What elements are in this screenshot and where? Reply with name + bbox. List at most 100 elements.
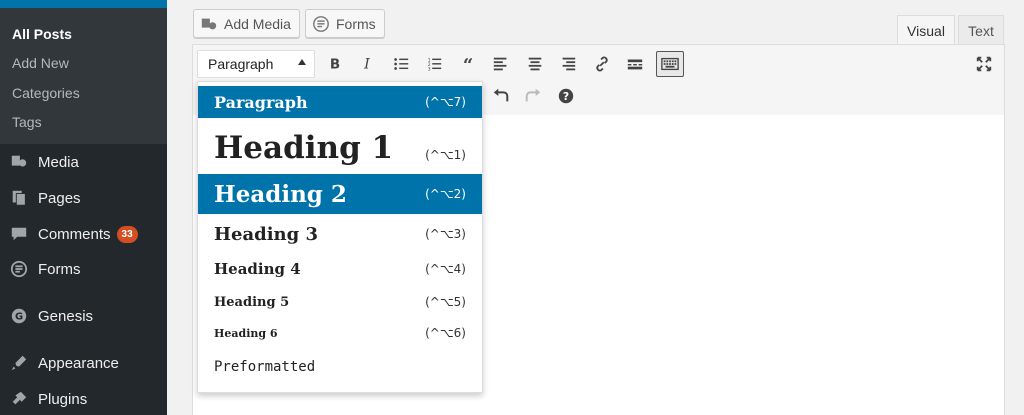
caret-up-icon [298,59,306,65]
format-option-preformatted[interactable]: Preformatted [198,352,482,382]
fullscreen-icon [976,56,992,72]
numbered-list-icon: 123 [428,57,442,72]
align-right-button[interactable] [555,51,581,77]
keyboard-icon [661,57,679,71]
format-option-label: Preformatted [214,359,316,375]
format-option-label: Heading 5 [214,294,290,310]
appearance-icon [9,353,29,373]
forms-button-label: Forms [336,15,376,32]
active-menu-accent [0,0,167,8]
format-option-heading-5[interactable]: Heading 5 (^⌥5) [198,287,482,317]
submenu-add-new[interactable]: Add New [12,55,69,71]
bullet-list-button[interactable] [388,51,414,77]
format-option-heading-3[interactable]: Heading 3 (^⌥3) [198,218,482,250]
read-more-icon [627,59,643,70]
quote-icon: “ [463,55,473,73]
svg-text:3: 3 [428,66,431,72]
toolbar-toggle-button[interactable] [656,51,684,77]
tab-text[interactable]: Text [958,15,1004,45]
forms-button[interactable]: Forms [305,9,385,38]
sidebar-item-label: Comments [38,225,111,243]
read-more-button[interactable] [622,51,648,77]
align-center-icon [528,57,542,71]
add-media-label: Add Media [224,15,291,32]
sidebar-item-pages[interactable]: Pages [0,181,167,215]
fullscreen-button[interactable] [971,51,997,77]
comments-icon [9,224,29,244]
bold-icon: B [330,57,340,73]
align-center-button[interactable] [522,51,548,77]
insert-link-button[interactable] [589,51,615,77]
submenu-tags[interactable]: Tags [12,114,42,130]
bullet-list-icon [394,58,409,70]
plugins-icon [9,389,29,409]
sidebar-item-label: Genesis [38,307,94,325]
tab-visual[interactable]: Visual [897,15,955,45]
format-option-label: Heading 4 [214,260,301,278]
sidebar-item-label: Appearance [38,354,119,372]
sidebar-item-genesis[interactable]: G Genesis [0,299,167,333]
svg-text:?: ? [563,90,569,103]
sidebar-item-media[interactable]: Media [0,145,167,179]
format-dropdown-menu: Paragraph (^⌥7) Heading 1 (^⌥1) Heading … [197,81,483,393]
sidebar-item-plugins[interactable]: Plugins [0,382,167,415]
format-option-heading-2[interactable]: Heading 2 (^⌥2) [198,174,482,214]
forms-icon [313,15,329,32]
svg-text:“: “ [463,55,473,73]
submenu-all-posts[interactable]: All Posts [12,26,72,42]
svg-text:B: B [330,57,340,73]
svg-text:G: G [15,312,23,323]
italic-button[interactable]: I [354,51,380,77]
undo-icon [493,88,509,102]
format-option-shortcut: (^⌥3) [425,227,466,241]
sidebar-item-label: Pages [38,189,81,207]
italic-icon: I [363,57,370,73]
svg-text:I: I [363,57,370,73]
forms-icon [9,259,29,279]
sidebar-item-label: Forms [38,260,81,278]
redo-button[interactable] [520,83,546,109]
bold-button[interactable]: B [322,51,348,77]
blockquote-button[interactable]: “ [455,51,481,77]
format-option-shortcut: (^⌥4) [425,262,466,276]
align-right-icon [562,57,576,71]
add-media-icon [201,18,217,29]
format-option-heading-6[interactable]: Heading 6 (^⌥6) [198,318,482,348]
format-option-label: Paragraph [214,92,308,112]
format-option-label: Heading 1 [214,130,394,166]
sidebar-item-label: Media [38,153,79,171]
format-option-heading-4[interactable]: Heading 4 (^⌥4) [198,254,482,284]
sidebar-item-forms[interactable]: Forms [0,252,167,286]
format-option-heading-1[interactable]: Heading 1 (^⌥1) [198,122,482,174]
sidebar-item-comments[interactable]: Comments 33 [0,217,167,251]
format-select[interactable]: Paragraph [197,50,315,78]
redo-icon [525,88,541,102]
sidebar-item-appearance[interactable]: Appearance [0,346,167,380]
comments-count-badge: 33 [116,225,138,243]
format-option-shortcut: (^⌥6) [425,326,466,340]
sidebar-item-label: Plugins [38,390,88,408]
align-left-icon [493,57,507,71]
admin-sidebar: All Posts Add New Categories Tags Media … [0,0,167,415]
format-option-shortcut: (^⌥7) [425,95,466,109]
format-option-label: Heading 3 [214,223,319,245]
pages-icon [9,188,29,208]
help-icon: ? [558,88,574,104]
format-option-shortcut: (^⌥2) [425,187,466,201]
format-option-paragraph[interactable]: Paragraph (^⌥7) [198,86,482,118]
align-left-button[interactable] [488,51,514,77]
help-button[interactable]: ? [553,83,579,109]
submenu-categories[interactable]: Categories [12,85,80,101]
posts-submenu: All Posts Add New Categories Tags [0,8,167,144]
genesis-icon: G [9,306,29,326]
format-option-shortcut: (^⌥1) [425,148,466,162]
numbered-list-button[interactable]: 123 [421,51,447,77]
link-icon [596,56,608,72]
format-option-shortcut: (^⌥5) [425,295,466,309]
undo-button[interactable] [488,83,514,109]
format-select-value: Paragraph [208,56,274,72]
format-option-label: Heading 6 [214,326,278,340]
media-icon [9,152,29,172]
format-option-label: Heading 2 [214,180,347,208]
add-media-button[interactable]: Add Media [193,9,300,38]
